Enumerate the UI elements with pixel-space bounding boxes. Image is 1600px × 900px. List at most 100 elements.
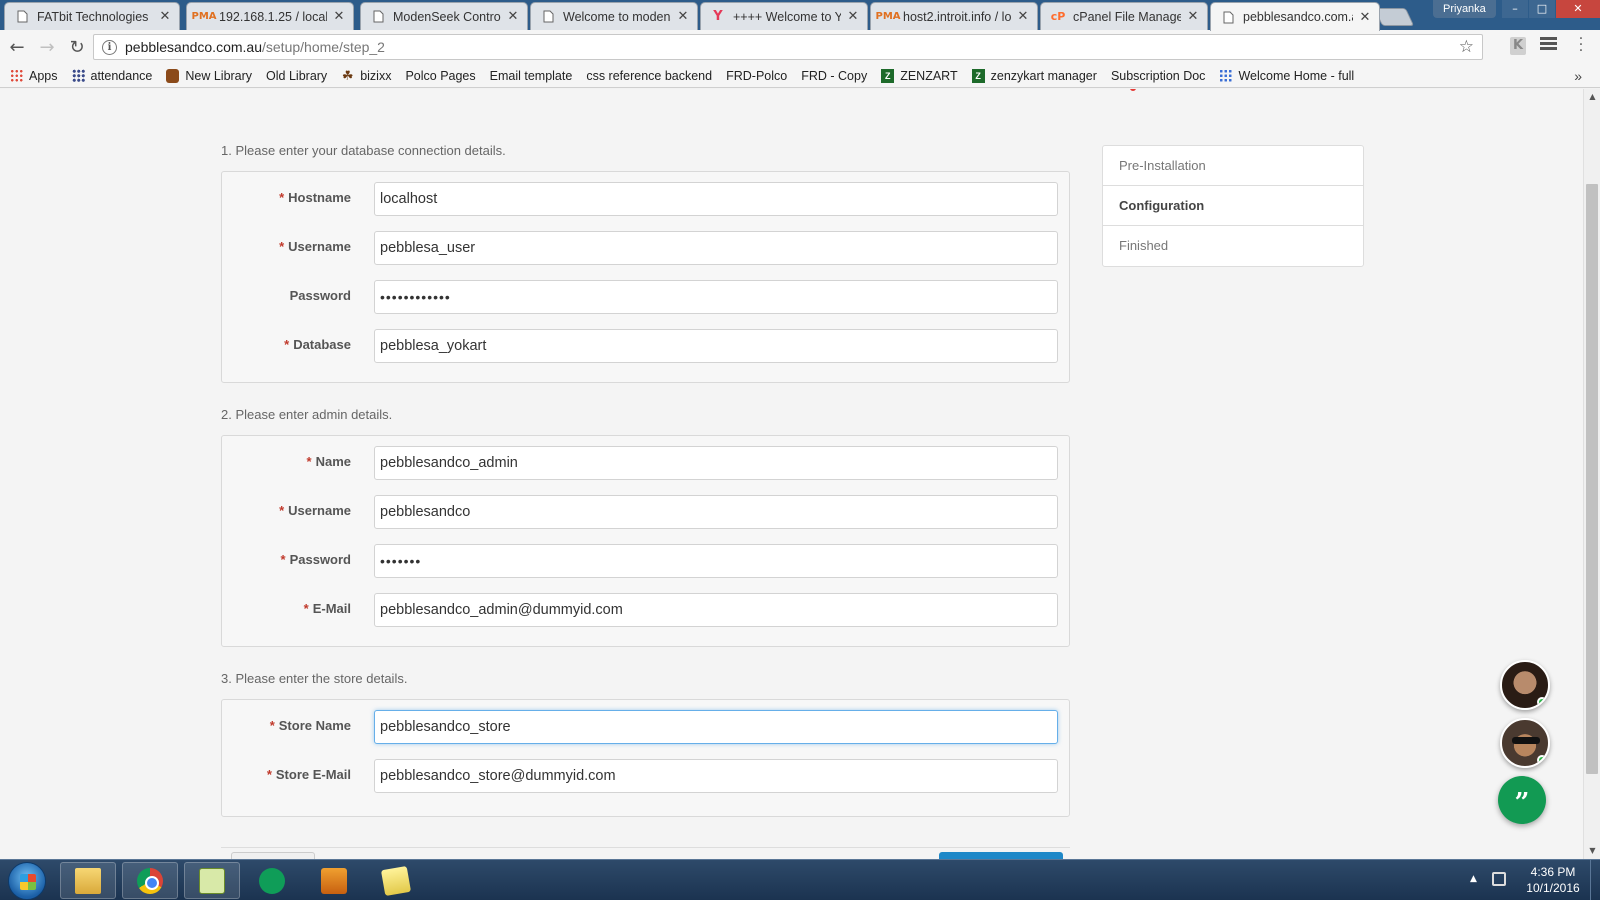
db-username-input[interactable]	[374, 231, 1058, 265]
online-status-dot	[1537, 697, 1547, 707]
chat-contact-avatar[interactable]	[1500, 718, 1550, 768]
reload-icon[interactable]: ↻	[64, 34, 90, 60]
form-row-admin-name: * Name	[222, 446, 1071, 480]
bookmark-label: Subscription Doc	[1110, 68, 1206, 83]
tab-1[interactable]: FATbit Technologies ✕	[4, 2, 180, 30]
back-button[interactable]	[231, 852, 315, 859]
scroll-up-arrow-icon[interactable]: ▲	[1584, 89, 1600, 105]
start-button[interactable]	[8, 862, 46, 900]
hostname-input[interactable]	[374, 182, 1058, 216]
taskbar-sticky-notes[interactable]	[368, 862, 424, 899]
bookmark-subscription-doc[interactable]: Subscription Doc	[1111, 69, 1206, 83]
database-input[interactable]	[374, 329, 1058, 363]
field-label: * Name	[306, 454, 351, 469]
forward-arrow-icon[interactable]: →	[34, 34, 60, 60]
db-password-input[interactable]	[374, 280, 1058, 314]
bookmark-old-library[interactable]: Old Library	[266, 69, 327, 83]
admin-name-input[interactable]	[374, 446, 1058, 480]
bookmark-label: Polco Pages	[405, 68, 476, 83]
taskbar-activity-monitor[interactable]	[184, 862, 240, 899]
maximize-icon[interactable]: □	[1529, 0, 1555, 18]
info-icon[interactable]: i	[102, 39, 117, 55]
bookmark-frd-polco[interactable]: FRD-Polco	[726, 69, 787, 83]
page-scrollbar[interactable]: ▲ ▼	[1583, 89, 1600, 859]
admin-fieldset: *Name *Username *Password *E-Mail	[221, 435, 1070, 647]
taskbar-explorer[interactable]	[60, 862, 116, 899]
bookmark-label: attendance	[90, 68, 153, 83]
close-icon[interactable]: ✕	[333, 9, 345, 24]
bookmark-star-icon[interactable]: ☆	[1459, 37, 1474, 57]
admin-password-input[interactable]	[374, 544, 1058, 578]
address-bar[interactable]: i pebblesandco.com.au/setup/home/step_2 …	[93, 34, 1483, 60]
bookmark-zenzart[interactable]: Z ZENZART	[881, 68, 958, 83]
bookmark-css-reference[interactable]: css reference backend	[586, 69, 712, 83]
step-configuration[interactable]: Configuration	[1103, 186, 1363, 226]
required-star: *	[280, 552, 286, 567]
tab-4[interactable]: Welcome to modens ✕	[530, 2, 698, 30]
tab-5[interactable]: Y ++++ Welcome to Y ✕	[700, 2, 868, 30]
close-icon[interactable]: ✕	[507, 9, 519, 24]
minimize-icon[interactable]: –	[1502, 0, 1528, 18]
bookmark-welcome-home[interactable]: Welcome Home - full	[1219, 68, 1354, 83]
bookmark-label: FRD - Copy	[801, 68, 868, 83]
step-pre-installation[interactable]: Pre-Installation	[1103, 146, 1363, 186]
taskbar-hangouts[interactable]	[244, 862, 300, 899]
back-arrow-icon[interactable]: ←	[4, 34, 30, 60]
menu-dots-icon[interactable]: · · ·	[1578, 32, 1584, 58]
close-icon[interactable]: ✕	[1017, 9, 1029, 24]
bookmark-polco-pages[interactable]: Polco Pages	[405, 69, 475, 83]
required-star: *	[279, 503, 285, 518]
extension-k-icon[interactable]: K	[1510, 37, 1526, 55]
form-row-db-username: * Username	[222, 231, 1071, 265]
action-center-flag-icon[interactable]	[1492, 872, 1506, 886]
store-name-input[interactable]	[374, 710, 1058, 744]
taskbar-chrome[interactable]	[122, 862, 178, 899]
tab-6[interactable]: PMA host2.introit.info / lo ✕	[870, 2, 1038, 30]
store-email-input[interactable]	[374, 759, 1058, 793]
system-clock[interactable]: 4:36 PM 10/1/2016	[1520, 864, 1586, 896]
close-icon[interactable]: ✕	[847, 9, 859, 24]
tab-2[interactable]: PMA 192.168.1.25 / localh ✕	[186, 2, 354, 30]
continue-button[interactable]	[939, 852, 1063, 859]
admin-email-input[interactable]	[374, 593, 1058, 627]
page-icon	[371, 10, 385, 24]
close-icon[interactable]: ✕	[677, 9, 689, 24]
chart-icon	[199, 867, 225, 894]
required-star: *	[269, 718, 275, 733]
window-close-icon[interactable]: ✕	[1556, 0, 1600, 18]
profile-button[interactable]: Priyanka	[1433, 0, 1496, 18]
form-actions	[221, 847, 1070, 859]
step-finished[interactable]: Finished	[1103, 226, 1363, 266]
taskbar-media-player[interactable]	[306, 862, 362, 899]
tab-3[interactable]: ModenSeek Control ✕	[360, 2, 528, 30]
bookmark-new-library[interactable]: New Library	[166, 68, 252, 83]
field-label: * E-Mail	[303, 601, 351, 616]
tab-7[interactable]: cP cPanel File Manager ✕	[1040, 2, 1208, 30]
close-icon[interactable]: ✕	[1359, 10, 1371, 25]
tray-expand-icon[interactable]: ▲	[1470, 874, 1477, 884]
extension-doc-icon[interactable]	[1540, 37, 1557, 55]
bookmark-email-template[interactable]: Email template	[490, 69, 573, 83]
bookmark-attendance[interactable]: attendance	[71, 68, 153, 83]
bookmark-bizixx[interactable]: ☘ bizixx	[341, 68, 392, 83]
bookmark-frd-copy[interactable]: FRD - Copy	[801, 69, 867, 83]
browser-toolbar: ← → ↻ i pebblesandco.com.au/setup/home/s…	[0, 30, 1600, 64]
bookmarks-overflow-icon[interactable]: »	[1574, 68, 1582, 84]
bookmark-apps[interactable]: Apps	[10, 68, 58, 83]
tab-title: cPanel File Manager	[1073, 9, 1181, 24]
tab-active[interactable]: pebblesandco.com.a ✕	[1210, 2, 1380, 31]
scrollbar-thumb[interactable]	[1586, 184, 1598, 774]
bookmark-zenzykart-manager[interactable]: Z zenzykart manager	[971, 68, 1097, 83]
windows-logo-icon	[20, 874, 36, 890]
show-desktop-button[interactable]	[1590, 860, 1600, 900]
scroll-down-arrow-icon[interactable]: ▼	[1584, 843, 1600, 859]
hangouts-quote-icon[interactable]: ”	[1498, 776, 1546, 824]
admin-username-input[interactable]	[374, 495, 1058, 529]
close-icon[interactable]: ✕	[159, 9, 171, 24]
cpanel-icon: cP	[1050, 10, 1066, 23]
form-row-admin-email: * E-Mail	[222, 593, 1071, 627]
zenzart-icon: Z	[971, 68, 985, 83]
close-icon[interactable]: ✕	[1187, 9, 1199, 24]
chat-contact-avatar[interactable]	[1500, 660, 1550, 710]
zenzart-icon: Z	[881, 68, 895, 83]
